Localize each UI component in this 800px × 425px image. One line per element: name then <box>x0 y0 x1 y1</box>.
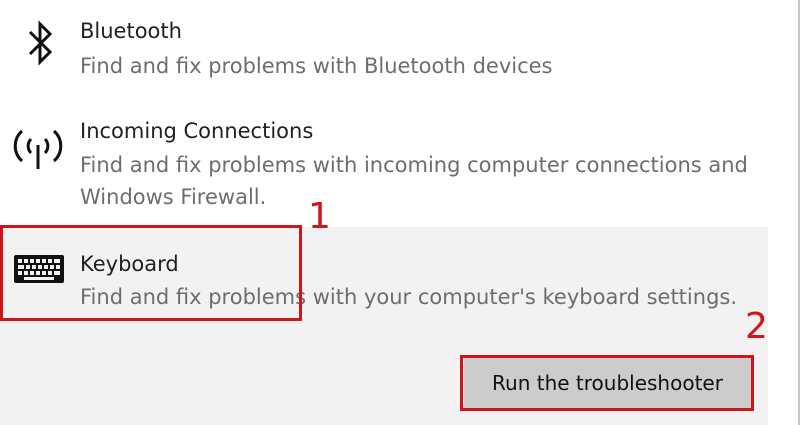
annotation-step-2: 2 <box>745 306 768 347</box>
item-description-line: Find and fix problems with incoming comp… <box>80 153 748 177</box>
keyboard-icon <box>12 251 66 287</box>
bluetooth-icon <box>24 18 56 68</box>
item-description: Find and fix problems with Bluetooth dev… <box>80 54 553 78</box>
troubleshooter-item-incoming-connections[interactable]: Incoming Connections Find and fix proble… <box>0 105 770 227</box>
troubleshooter-item-bluetooth[interactable]: Bluetooth Find and fix problems with Blu… <box>0 0 770 105</box>
item-title: Bluetooth <box>80 19 182 43</box>
run-troubleshooter-button[interactable]: Run the troubleshooter <box>464 358 751 408</box>
troubleshooter-list: Bluetooth Find and fix problems with Blu… <box>0 0 800 425</box>
item-description: Find and fix problems with incoming comp… <box>80 149 748 213</box>
item-description: Find and fix problems with your computer… <box>80 285 738 309</box>
incoming-connections-icon <box>10 117 66 173</box>
item-title: Incoming Connections <box>80 119 314 143</box>
item-description-line: Windows Firewall. <box>80 185 267 209</box>
item-title: Keyboard <box>80 252 179 276</box>
annotation-step-1: 1 <box>308 196 331 237</box>
